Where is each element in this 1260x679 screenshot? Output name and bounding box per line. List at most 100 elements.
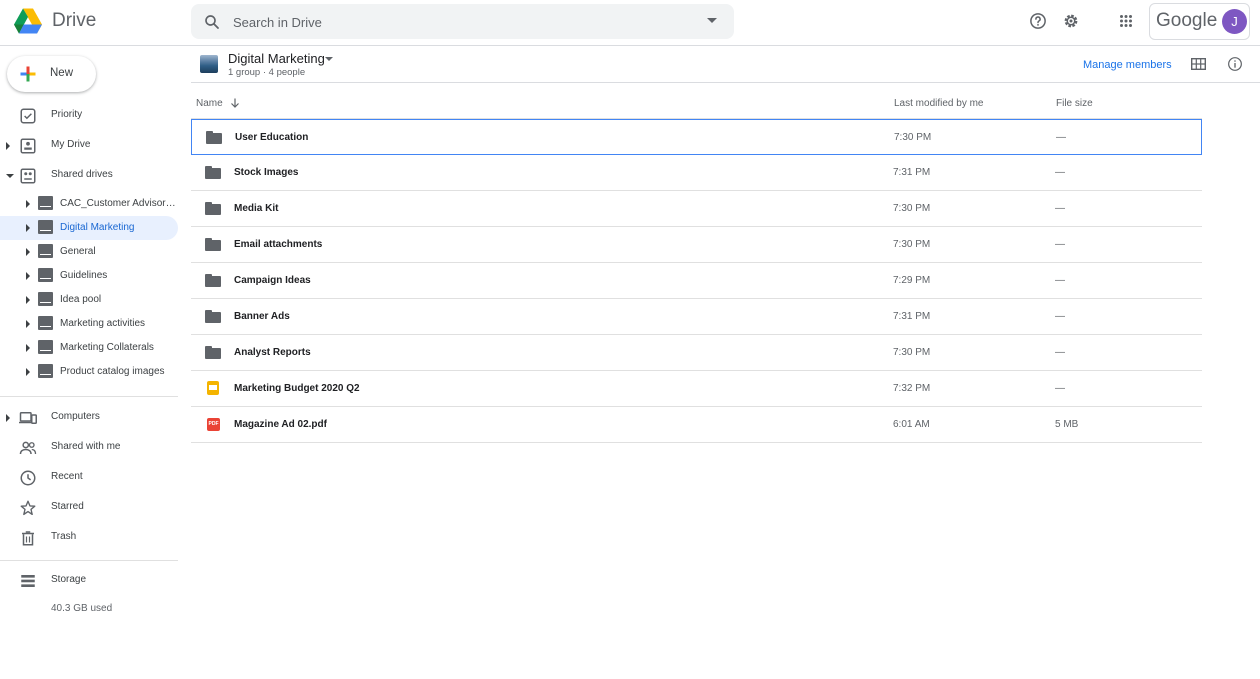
toolbar-divider — [191, 82, 1260, 83]
sidebar-item-recent[interactable]: Recent — [0, 466, 178, 490]
column-header-last-modified[interactable]: Last modified by me — [894, 98, 984, 109]
expand-arrow-icon[interactable] — [6, 142, 10, 150]
sidebar-item-shared-drives[interactable]: Shared drives — [0, 164, 178, 188]
sidebar-item-computers[interactable]: Computers — [0, 406, 178, 430]
drive-logo[interactable]: Drive — [14, 8, 96, 34]
sidebar-item-label: My Drive — [51, 139, 91, 150]
expand-arrow-icon[interactable] — [26, 296, 30, 304]
file-modified: 7:31 PM — [893, 311, 931, 322]
shared-drive-item[interactable]: Marketing Collaterals — [0, 336, 178, 360]
grid-view-icon[interactable] — [1191, 58, 1206, 70]
settings-gear-icon[interactable] — [1062, 12, 1080, 30]
expand-arrow-icon[interactable] — [26, 368, 30, 376]
members-summary: 1 group · 4 people — [228, 67, 306, 78]
shared-drive-item[interactable]: Product catalog images — [0, 360, 178, 384]
file-modified: 7:30 PM — [893, 239, 931, 250]
expand-arrow-icon[interactable] — [26, 320, 30, 328]
shared-drive-icon — [38, 196, 53, 210]
title-dropdown-caret-icon[interactable] — [325, 57, 333, 61]
file-name: User Education — [235, 132, 309, 143]
apps-grid-icon[interactable] — [1117, 12, 1135, 30]
file-name: Analyst Reports — [234, 347, 311, 358]
file-size: — — [1055, 203, 1065, 214]
shared-drives-icon — [20, 168, 36, 184]
shared-drive-item-active[interactable]: Digital Marketing — [0, 216, 178, 240]
search-icon[interactable] — [203, 13, 221, 31]
table-row[interactable]: Campaign Ideas 7:29 PM — — [191, 263, 1202, 299]
table-row[interactable]: PDF Magazine Ad 02.pdf 6:01 AM 5 MB — [191, 407, 1202, 443]
table-row[interactable]: Email attachments 7:30 PM — — [191, 227, 1202, 263]
file-size: — — [1055, 239, 1065, 250]
info-icon[interactable] — [1227, 56, 1243, 72]
file-name: Email attachments — [234, 239, 323, 250]
people-icon — [19, 441, 37, 455]
avatar[interactable]: J — [1222, 9, 1247, 34]
search-input[interactable] — [233, 12, 673, 32]
folder-icon — [205, 274, 221, 287]
expand-arrow-icon[interactable] — [6, 414, 10, 422]
shared-drive-icon — [38, 340, 53, 354]
drive-logo-icon — [14, 8, 42, 34]
column-header-name[interactable]: Name — [196, 98, 223, 109]
shared-drive-icon — [38, 316, 53, 330]
sidebar-item-my-drive[interactable]: My Drive — [0, 134, 178, 158]
folder-icon — [205, 346, 221, 359]
shared-drive-thumbnail-icon — [200, 55, 218, 73]
shared-drive-label: General — [60, 246, 96, 257]
sidebar-item-label: Storage — [51, 574, 87, 585]
file-name: Magazine Ad 02.pdf — [234, 419, 327, 430]
search-options-caret-icon[interactable] — [707, 18, 717, 23]
sidebar-item-shared-with-me[interactable]: Shared with me — [0, 436, 178, 460]
star-icon — [20, 500, 36, 516]
table-row[interactable]: User Education 7:30 PM — — [191, 119, 1202, 155]
shared-drive-label: Product catalog images — [60, 366, 165, 377]
sort-arrow-down-icon[interactable] — [229, 97, 241, 109]
shared-drive-label: Marketing Collaterals — [60, 342, 154, 353]
sidebar-item-label: Priority — [51, 109, 83, 120]
expand-arrow-icon[interactable] — [26, 248, 30, 256]
shared-drive-item[interactable]: Marketing activities — [0, 312, 178, 336]
app-name: Drive — [52, 10, 97, 31]
column-header-file-size[interactable]: File size — [1056, 98, 1093, 109]
expand-arrow-icon[interactable] — [26, 224, 30, 232]
new-button[interactable]: New — [7, 56, 96, 92]
collapse-arrow-icon[interactable] — [6, 174, 14, 178]
shared-drive-icon — [38, 268, 53, 282]
table-row[interactable]: Marketing Budget 2020 Q2 7:32 PM — — [191, 371, 1202, 407]
account-switcher[interactable]: Google J — [1149, 3, 1250, 40]
table-row[interactable]: Analyst Reports 7:30 PM — — [191, 335, 1202, 371]
file-size: — — [1055, 383, 1065, 394]
shared-drive-icon — [38, 244, 53, 258]
file-modified: 7:30 PM — [894, 132, 932, 143]
file-size: — — [1055, 347, 1065, 358]
sidebar-item-storage[interactable]: Storage — [0, 569, 178, 593]
sidebar-item-label: Computers — [51, 411, 100, 422]
file-modified: 7:30 PM — [893, 347, 931, 358]
page-title[interactable]: Digital Marketing — [228, 51, 325, 66]
storage-used-text: 40.3 GB used — [51, 603, 113, 614]
pdf-badge: PDF — [207, 418, 220, 431]
table-row[interactable]: Banner Ads 7:31 PM — — [191, 299, 1202, 335]
manage-members-button[interactable]: Manage members — [1083, 59, 1172, 71]
expand-arrow-icon[interactable] — [26, 272, 30, 280]
sidebar-item-priority[interactable]: Priority — [0, 104, 178, 128]
folder-icon — [205, 310, 221, 323]
shared-drive-item[interactable]: Guidelines — [0, 264, 178, 288]
sidebar-item-label: Recent — [51, 471, 83, 482]
sidebar-item-trash[interactable]: Trash — [0, 526, 178, 550]
file-modified: 7:32 PM — [893, 383, 931, 394]
plus-icon — [20, 66, 36, 82]
expand-arrow-icon[interactable] — [26, 200, 30, 208]
new-button-label: New — [50, 67, 74, 79]
expand-arrow-icon[interactable] — [26, 344, 30, 352]
shared-drive-item[interactable]: CAC_Customer Advisory ... — [0, 192, 178, 216]
top-header: Drive Google — [0, 0, 1260, 46]
shared-drive-icon — [38, 292, 53, 306]
help-icon[interactable] — [1029, 12, 1047, 30]
my-drive-icon — [20, 138, 36, 154]
shared-drive-item[interactable]: General — [0, 240, 178, 264]
shared-drive-item[interactable]: Idea pool — [0, 288, 178, 312]
table-row[interactable]: Media Kit 7:30 PM — — [191, 191, 1202, 227]
sidebar-item-starred[interactable]: Starred — [0, 496, 178, 520]
table-row[interactable]: Stock Images 7:31 PM — — [191, 155, 1202, 191]
